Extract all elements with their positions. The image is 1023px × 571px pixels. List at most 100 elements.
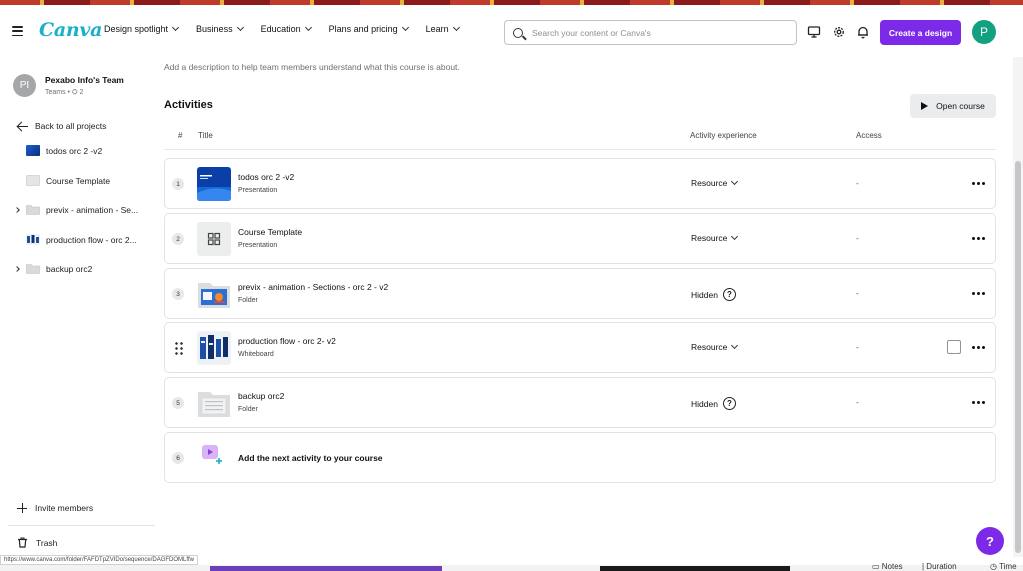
more-options-icon[interactable] <box>972 292 987 295</box>
more-options-icon[interactable] <box>972 237 987 240</box>
taskbar-time[interactable]: ◷ Time <box>990 563 1017 571</box>
back-label: Back to all projects <box>35 121 107 131</box>
page-scrollbar[interactable] <box>1013 57 1023 557</box>
invite-label: Invite members <box>35 503 94 513</box>
activity-title[interactable]: production flow - orc 2- v2 <box>238 336 336 346</box>
template-thumbnail <box>26 175 40 186</box>
taskbar-duration[interactable]: | Duration <box>922 563 957 571</box>
experience-dropdown[interactable]: Resource <box>691 232 739 243</box>
column-header-title: Title <box>198 131 213 140</box>
activity-row[interactable]: 1 todos orc 2 -v2 Presentation Resource … <box>164 158 996 209</box>
course-description[interactable]: Add a description to help team members u… <box>164 62 460 72</box>
nav-learn[interactable]: Learn <box>425 23 460 34</box>
user-avatar[interactable]: P <box>972 20 996 44</box>
search-box[interactable] <box>504 20 797 45</box>
presentation-thumbnail <box>26 145 40 156</box>
nav-label: Business <box>196 24 233 34</box>
more-options-icon[interactable] <box>972 401 987 404</box>
nav-label: Plans and pricing <box>328 24 398 34</box>
row-number: 5 <box>172 397 184 409</box>
help-icon[interactable]: ? <box>722 288 736 301</box>
access-value: - <box>856 342 859 352</box>
chevron-right-icon[interactable] <box>12 265 22 272</box>
column-header-access: Access <box>856 131 882 140</box>
sidebar-item-todos[interactable]: todos orc 2 -v2 <box>12 145 102 156</box>
sidebar-divider <box>8 525 155 526</box>
access-value: - <box>856 233 859 243</box>
sidebar-item-production-flow[interactable]: production flow - orc 2... <box>12 234 137 245</box>
experience-value-hidden: Hidden ? <box>691 397 736 410</box>
chevron-down-icon <box>731 341 739 350</box>
help-icon[interactable]: ? <box>722 397 736 410</box>
activity-type: Whiteboard <box>238 351 274 358</box>
nav-business[interactable]: Business <box>196 23 244 34</box>
play-icon <box>921 102 929 110</box>
nav-design-spotlight[interactable]: Design spotlight <box>104 23 180 34</box>
team-avatar: PI <box>13 74 36 97</box>
sidebar: PI Pexabo Info's Team Teams • ⛭ 2 Back t… <box>0 57 163 557</box>
experience-dropdown[interactable]: Resource <box>691 177 739 188</box>
row-number: 6 <box>172 452 184 464</box>
activity-type: Folder <box>238 297 258 304</box>
invite-members-button[interactable]: Invite members <box>17 503 93 513</box>
course-content: Add a description to help team members u… <box>164 57 1009 557</box>
nav-education[interactable]: Education <box>261 23 312 34</box>
activities-heading: Activities <box>164 99 213 111</box>
activity-title[interactable]: Course Template <box>238 227 302 237</box>
chevron-down-icon <box>172 23 180 32</box>
chevron-right-icon[interactable] <box>12 206 22 213</box>
trash-icon <box>18 537 27 548</box>
drag-handle-icon[interactable] <box>174 341 184 355</box>
sidebar-item-previx[interactable]: previx - animation - Se... <box>12 204 138 215</box>
back-to-projects-link[interactable]: Back to all projects <box>17 121 106 131</box>
chevron-down-icon <box>401 23 409 32</box>
folder-icon <box>26 205 40 215</box>
team-switcher[interactable]: PI Pexabo Info's Team Teams • ⛭ 2 <box>13 74 124 97</box>
row-select-checkbox[interactable] <box>947 340 961 354</box>
gear-icon[interactable] <box>832 25 846 39</box>
activity-title[interactable]: backup orc2 <box>238 391 284 401</box>
scrollbar-thumb[interactable] <box>1015 161 1021 553</box>
experience-dropdown[interactable]: Resource <box>691 341 739 352</box>
arrow-left-icon <box>17 121 28 131</box>
access-value: - <box>856 397 859 407</box>
notes-label: Notes <box>881 562 903 571</box>
whiteboard-thumbnail <box>197 331 231 365</box>
sidebar-item-course-template[interactable]: Course Template <box>12 175 110 186</box>
nav-label: Learn <box>425 24 449 34</box>
bell-icon[interactable] <box>856 25 870 39</box>
main-nav: Design spotlight Business Education Plan… <box>104 23 477 34</box>
activity-type: Presentation <box>238 242 278 249</box>
more-options-icon[interactable] <box>972 346 987 349</box>
sidebar-item-backup[interactable]: backup orc2 <box>12 263 92 274</box>
activity-row[interactable]: 3 previx - animation - Sections - orc 2 … <box>164 268 996 319</box>
help-button[interactable]: ? <box>976 527 1004 555</box>
search-input[interactable] <box>532 27 782 38</box>
add-activity-row[interactable]: 6 Add the next activity to your course <box>164 432 996 483</box>
nav-plans-pricing[interactable]: Plans and pricing <box>328 23 409 34</box>
activity-row[interactable]: 2 Course Template Presentation Resource … <box>164 213 996 264</box>
more-options-icon[interactable] <box>972 182 987 185</box>
access-value: - <box>856 288 859 298</box>
taskbar-notes[interactable]: ▭ Notes <box>872 563 903 571</box>
canva-logo[interactable]: Canva <box>39 19 102 41</box>
create-design-button[interactable]: Create a design <box>880 20 961 45</box>
whiteboard-thumbnail <box>26 234 40 245</box>
activity-title[interactable]: todos orc 2 -v2 <box>238 172 294 182</box>
plus-icon <box>17 503 27 513</box>
activity-row[interactable]: 5 backup orc2 Folder Hidden ? - <box>164 377 996 428</box>
trash-link[interactable]: Trash <box>17 537 57 548</box>
experience-value: Hidden <box>691 289 718 300</box>
open-course-button[interactable]: Open course <box>910 94 996 118</box>
time-label: Time <box>999 562 1017 571</box>
activity-title[interactable]: previx - animation - Sections - orc 2 - … <box>238 282 388 292</box>
menu-icon[interactable] <box>12 26 23 36</box>
chevron-down-icon <box>731 177 739 186</box>
search-icon <box>513 27 523 38</box>
row-number: 1 <box>172 178 184 190</box>
activities-table-header: # Title Activity experience Access <box>164 129 996 150</box>
activity-type: Folder <box>238 406 258 413</box>
sidebar-item-label: backup orc2 <box>46 263 93 274</box>
desktop-app-icon[interactable] <box>807 25 821 39</box>
activity-row[interactable]: production flow - orc 2- v2 Whiteboard R… <box>164 322 996 373</box>
